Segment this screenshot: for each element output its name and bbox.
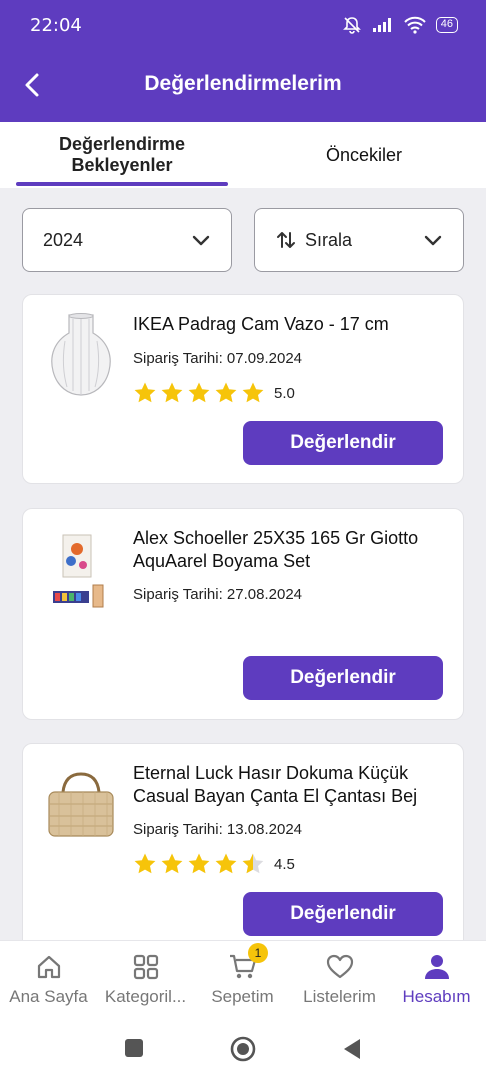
order-date: Sipariş Tarihi: 07.09.2024	[133, 350, 302, 367]
review-button[interactable]: Değerlendir	[243, 892, 443, 936]
nav-lists-label: Listelerim	[303, 987, 376, 1006]
wifi-icon	[404, 16, 426, 34]
cart-count-badge: 1	[248, 943, 268, 963]
home-circle-icon[interactable]	[230, 1036, 256, 1062]
sort-arrows-icon	[275, 229, 297, 251]
order-card: Alex Schoeller 25X35 165 Gr Giotto AquAa…	[22, 508, 464, 720]
app-bar: Değerlendirmelerim	[0, 52, 486, 122]
active-tab-indicator	[16, 182, 228, 186]
nav-cart-label: Sepetim	[211, 987, 274, 1006]
product-name: IKEA Padrag Cam Vazo - 17 cm	[133, 314, 389, 334]
star-icon	[134, 853, 156, 874]
tab-pending-reviews[interactable]: Değerlendirme Bekleyenler	[16, 122, 228, 188]
back-triangle-icon[interactable]	[342, 1038, 362, 1060]
order-date: Sipariş Tarihi: 13.08.2024	[133, 821, 302, 838]
star-icon	[242, 382, 264, 403]
heart-icon	[326, 954, 353, 979]
status-bar: 22:04 46	[0, 0, 486, 52]
battery-icon: 46	[435, 17, 458, 33]
sort-label: Sırala	[305, 229, 353, 250]
year-value: 2024	[43, 229, 84, 250]
year-dropdown[interactable]: 2024	[22, 208, 232, 272]
system-navigation-bar	[0, 1016, 486, 1080]
star-half-icon	[242, 853, 264, 874]
person-icon	[424, 955, 449, 979]
star-icon	[215, 382, 237, 403]
tab-pending-label-line2: Bekleyenler	[71, 155, 173, 175]
star-icon	[188, 382, 210, 403]
tab-previous[interactable]: Öncekiler	[258, 122, 470, 188]
grid-icon	[133, 954, 158, 980]
nav-categories[interactable]: Kategoril...	[97, 941, 194, 1017]
mute-bell-icon	[342, 17, 361, 34]
bottom-navigation: Ana Sayfa Kategoril... 1 Sepetim Listele…	[0, 940, 486, 1016]
rating-stars: 5.0	[133, 381, 295, 405]
star-icon	[161, 382, 183, 403]
nav-account[interactable]: Hesabım	[388, 941, 485, 1017]
product-name: Alex Schoeller 25X35 165 Gr Giotto AquAa…	[133, 528, 419, 571]
rating-value: 4.5	[274, 855, 295, 873]
signal-icon	[372, 18, 391, 32]
star-icon	[215, 853, 237, 874]
product-image-paint-set[interactable]	[43, 525, 119, 615]
rating-value: 5.0	[274, 384, 295, 402]
product-name: Eternal Luck Hasır Dokuma Küçük Casual B…	[133, 763, 418, 806]
nav-cart[interactable]: 1 Sepetim	[194, 941, 291, 1017]
chevron-down-icon	[424, 235, 442, 246]
sort-dropdown[interactable]: Sırala	[254, 208, 464, 272]
home-icon	[37, 955, 60, 979]
review-button[interactable]: Değerlendir	[243, 656, 443, 700]
product-image-glass-vase[interactable]	[43, 311, 119, 401]
star-icon	[134, 382, 156, 403]
review-button[interactable]: Değerlendir	[243, 421, 443, 465]
chevron-down-icon	[192, 235, 210, 246]
nav-lists[interactable]: Listelerim	[291, 941, 388, 1017]
rating-stars: 4.5	[133, 852, 295, 876]
nav-account-label: Hesabım	[402, 987, 471, 1006]
star-icon	[188, 853, 210, 874]
order-card: IKEA Padrag Cam Vazo - 17 cm Sipariş Tar…	[22, 294, 464, 484]
nav-home-label: Ana Sayfa	[9, 987, 88, 1006]
tab-bar: Değerlendirme Bekleyenler Öncekiler	[0, 122, 486, 188]
nav-home[interactable]: Ana Sayfa	[0, 941, 97, 1017]
star-icon	[161, 853, 183, 874]
order-card: Eternal Luck Hasır Dokuma Küçük Casual B…	[22, 743, 464, 953]
tab-pending-label-line1: Değerlendirme	[58, 134, 186, 154]
page-title: Değerlendirmelerim	[144, 72, 342, 95]
recent-apps-icon[interactable]	[124, 1038, 144, 1058]
product-image-straw-bag[interactable]	[43, 760, 119, 850]
order-date: Sipariş Tarihi: 27.08.2024	[133, 586, 302, 603]
status-icons: 46	[342, 15, 458, 35]
status-time: 22:04	[30, 15, 82, 36]
nav-categories-label: Kategoril...	[104, 987, 187, 1006]
